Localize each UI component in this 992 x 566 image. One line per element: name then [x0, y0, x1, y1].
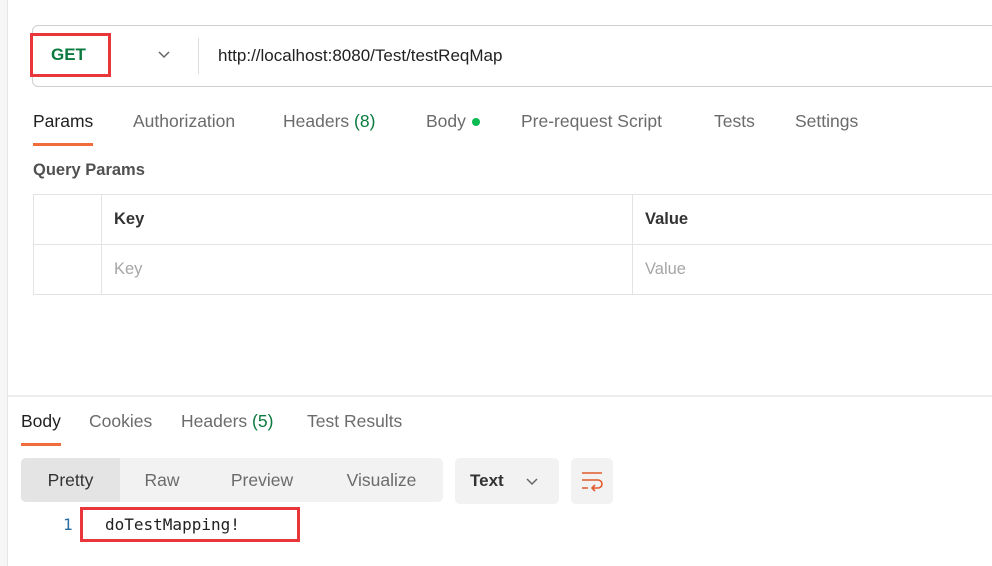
view-raw[interactable]: Raw: [120, 458, 204, 502]
view-mode-selector: Pretty Raw Preview Visualize: [21, 458, 443, 502]
method-select[interactable]: GET: [30, 33, 111, 77]
response-body-text: doTestMapping!: [80, 507, 300, 542]
tab-authorization[interactable]: Authorization: [133, 111, 235, 132]
wrap-lines-button[interactable]: [571, 458, 613, 504]
chevron-down-icon: [526, 478, 538, 486]
tab-tests[interactable]: Tests: [714, 111, 755, 132]
column-value: Value: [632, 194, 992, 245]
view-preview[interactable]: Preview: [204, 458, 320, 502]
tab-body[interactable]: Body: [426, 111, 480, 132]
format-label: Text: [470, 471, 504, 490]
query-params-table: Key Value Key Value: [33, 194, 992, 295]
tab-response-headers[interactable]: Headers (5): [181, 411, 273, 432]
tab-cookies[interactable]: Cookies: [89, 411, 152, 432]
view-pretty[interactable]: Pretty: [21, 458, 120, 502]
tab-headers[interactable]: Headers (8): [283, 111, 375, 132]
status-dot-icon: [471, 118, 480, 127]
wrap-lines-icon: [582, 472, 603, 492]
query-params-title: Query Params: [33, 161, 145, 179]
tab-pre-request-script[interactable]: Pre-request Script: [521, 111, 662, 132]
tab-settings[interactable]: Settings: [795, 111, 858, 132]
url-bar: [32, 25, 992, 87]
sidebar-edge: [0, 0, 8, 566]
pane-divider[interactable]: [8, 395, 992, 397]
value-input[interactable]: Value: [632, 244, 992, 295]
chevron-down-icon[interactable]: [158, 48, 170, 60]
view-visualize[interactable]: Visualize: [320, 458, 443, 502]
tab-params[interactable]: Params: [33, 111, 94, 146]
method-label: GET: [51, 45, 86, 64]
key-input[interactable]: Key: [101, 244, 633, 295]
tab-test-results[interactable]: Test Results: [307, 411, 402, 432]
line-number: 1: [63, 515, 73, 534]
divider: [198, 38, 199, 74]
url-input[interactable]: http://localhost:8080/Test/testReqMap: [218, 46, 502, 66]
format-select[interactable]: Text: [455, 458, 559, 504]
column-key: Key: [101, 194, 633, 245]
tab-response-body[interactable]: Body: [21, 411, 61, 446]
